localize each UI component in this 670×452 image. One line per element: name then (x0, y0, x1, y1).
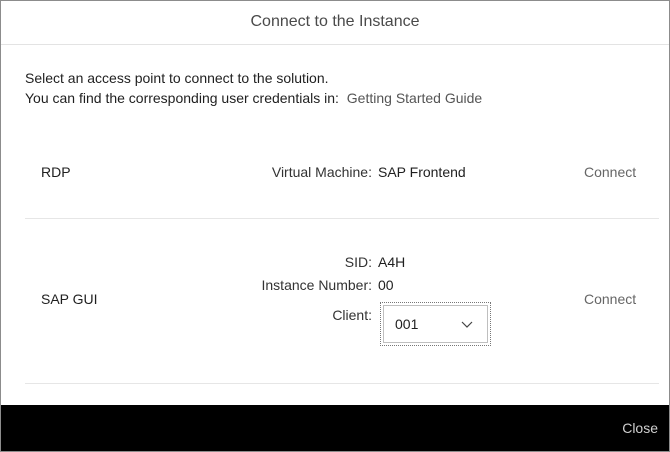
client-row: Client: (201, 307, 372, 323)
chevron-down-icon (461, 321, 473, 328)
rdp-connect-button[interactable]: Connect (584, 164, 636, 180)
instance-number-row: Instance Number: 00 (201, 277, 394, 293)
rdp-label: RDP (41, 164, 71, 180)
sap-gui-connect-button[interactable]: Connect (584, 291, 636, 307)
client-label: Client: (332, 307, 372, 323)
instance-number-value: 00 (378, 277, 394, 293)
intro-line-1: Select an access point to connect to the… (25, 70, 329, 86)
intro-line-2: You can find the corresponding user cred… (25, 88, 482, 108)
client-select[interactable]: 001 (380, 302, 491, 346)
getting-started-guide-link[interactable]: Getting Started Guide (347, 90, 482, 106)
connect-dialog: Connect to the Instance Select an access… (0, 0, 670, 452)
client-select-value: 001 (395, 316, 419, 332)
virtual-machine-label: Virtual Machine: (271, 164, 372, 180)
client-select-inner[interactable]: 001 (383, 305, 488, 343)
sid-row: SID: A4H (201, 254, 405, 270)
intro-text: Select an access point to connect to the… (25, 68, 482, 108)
sap-gui-label: SAP GUI (41, 291, 98, 307)
row-divider (25, 218, 659, 219)
rdp-virtual-machine: Virtual Machine: SAP Frontend (201, 164, 466, 180)
sid-value: A4H (378, 254, 406, 270)
dialog-footer: Close (1, 405, 669, 451)
instance-number-label: Instance Number: (261, 277, 373, 293)
row-divider (25, 383, 659, 384)
sid-label: SID: (344, 254, 372, 270)
close-button[interactable]: Close (622, 420, 658, 436)
dialog-title: Connect to the Instance (250, 13, 420, 30)
intro-line-2-text: You can find the corresponding user cred… (25, 90, 339, 106)
dialog-header: Connect to the Instance (1, 1, 669, 45)
virtual-machine-value: SAP Frontend (378, 164, 466, 180)
